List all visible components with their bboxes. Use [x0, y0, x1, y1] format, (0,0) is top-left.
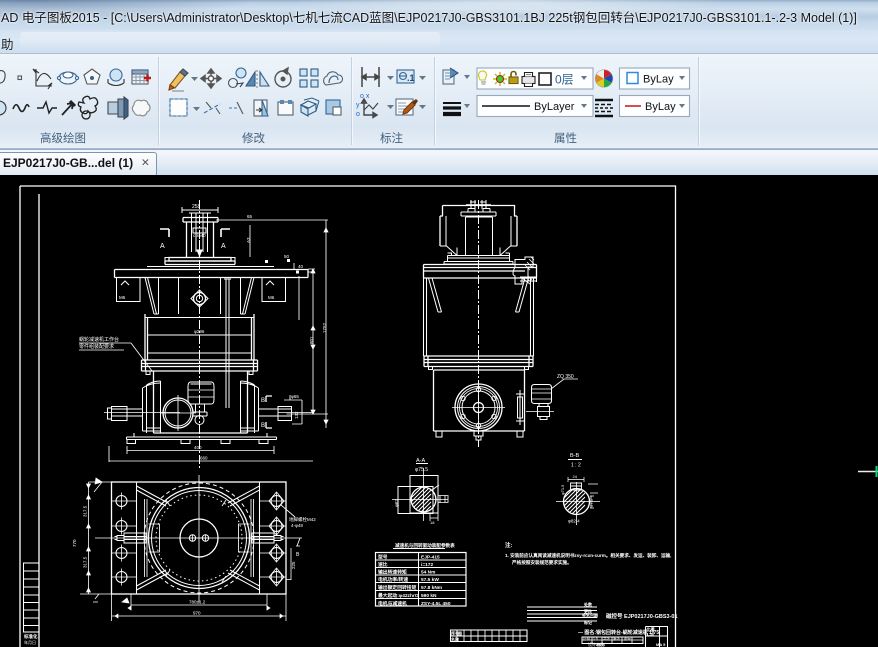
svg-text:.1: .1: [407, 73, 415, 83]
svg-text:18: 18: [430, 520, 435, 525]
svg-text:24: 24: [573, 474, 578, 479]
svg-text:处数: 处数: [583, 601, 592, 607]
svg-text:φ71.5: φ71.5: [560, 484, 565, 495]
svg-text:MA 5: MA 5: [656, 642, 666, 647]
svg-text:比例: 比例: [583, 636, 591, 641]
svg-text:4-φ48: 4-φ48: [291, 523, 303, 528]
svg-text:φ82.4: φ82.4: [568, 519, 580, 524]
svg-text:660: 660: [200, 456, 208, 461]
svg-text:地脚螺栓M42: 地脚螺栓M42: [289, 516, 316, 523]
svg-text:y: y: [356, 102, 360, 109]
svg-text:B: B: [261, 398, 265, 404]
svg-text:φ62: φ62: [394, 499, 399, 507]
svg-text:780±1.2: 780±1.2: [189, 600, 206, 605]
svg-text:B-B: B-B: [570, 453, 580, 459]
svg-text:电机与减速机: 电机与减速机: [378, 600, 407, 607]
svg-text:o: o: [356, 111, 360, 118]
svg-text:590 kN: 590 kN: [421, 593, 437, 599]
svg-text:1:5: 1:5: [647, 632, 654, 637]
svg-text:M6: M6: [119, 295, 126, 300]
svg-text:317.5: 317.5: [83, 556, 88, 568]
svg-text:严格按照安装规范要求实施。: 严格按照安装规范要求实施。: [512, 559, 572, 566]
svg-text:共张: 共张: [603, 636, 611, 641]
svg-text:零件组装配要求: 零件组装配要求: [79, 343, 114, 350]
svg-text:1:5: 1:5: [593, 637, 598, 641]
svg-text:图号: 图号: [624, 636, 632, 641]
svg-text:54 Nm: 54 Nm: [421, 570, 435, 576]
svg-text:400: 400: [194, 445, 202, 450]
svg-text:ByLay: ByLay: [643, 74, 674, 86]
svg-text:最大起动:φ42zhrO: 最大起动:φ42zhrO: [378, 592, 419, 599]
svg-text:cdφ40: cdφ40: [193, 233, 206, 238]
svg-text:减速机与回转驱动装配参数表: 减速机与回转驱动装配参数表: [395, 542, 455, 549]
svg-text:132: 132: [294, 411, 299, 419]
svg-text:258: 258: [192, 204, 201, 210]
svg-text:1752: 1752: [322, 322, 327, 333]
svg-text:第张: 第张: [613, 636, 621, 641]
svg-text:A: A: [160, 243, 165, 250]
svg-text:标准化: 标准化: [23, 633, 38, 640]
svg-text:57.5 kW: 57.5 kW: [421, 577, 439, 583]
svg-text:EJP-415: EJP-415: [421, 555, 440, 561]
svg-text:图: 图: [458, 630, 462, 636]
svg-text:317.5: 317.5: [83, 505, 88, 517]
svg-text:φ296: φ296: [194, 329, 205, 334]
svg-text:蜗轮减速机工作台: 蜗轮减速机工作台: [79, 336, 119, 343]
svg-text:M6: M6: [268, 295, 275, 300]
svg-text:φ75.5: φ75.5: [415, 467, 428, 473]
svg-text:型号: 型号: [378, 554, 388, 561]
svg-text:A: A: [221, 243, 226, 250]
svg-text:名称: 名称: [451, 636, 459, 642]
svg-text:ByLayer: ByLayer: [534, 101, 575, 113]
svg-text:速比: 速比: [378, 561, 388, 568]
svg-text:ZQ 350: ZQ 350: [557, 374, 574, 380]
svg-text:年月日: 年月日: [24, 639, 36, 645]
svg-text:B: B: [296, 552, 300, 558]
svg-text:i=172: i=172: [421, 562, 433, 568]
svg-text:1 : 2: 1 : 2: [571, 463, 581, 469]
svg-text:φ65: φ65: [291, 394, 299, 399]
svg-text:标记: 标记: [583, 619, 592, 625]
svg-text:57.5: 57.5: [589, 498, 594, 507]
svg-text:65: 65: [247, 214, 253, 219]
svg-text:1. 安装前应认真阅读减速机说明书zsy-rcxn-curm: 1. 安装前应认真阅读减速机说明书zsy-rcxn-curm。相关要求、发运、装…: [505, 552, 671, 559]
svg-text:磁控号 EJP0217J0-GBS3-01: 磁控号 EJP0217J0-GBS3-01: [606, 612, 678, 620]
svg-text:ZSY-4.5L 450: ZSY-4.5L 450: [421, 601, 451, 607]
svg-text:40: 40: [298, 264, 304, 269]
svg-text:ByLay: ByLay: [645, 101, 676, 113]
svg-text:4500: 4500: [596, 643, 606, 647]
svg-text:0层: 0层: [555, 73, 574, 87]
svg-text:57.8 kNm: 57.8 kNm: [421, 585, 442, 591]
svg-text:签名日期: 签名日期: [581, 612, 598, 618]
svg-text:50: 50: [284, 254, 290, 259]
svg-text:B: B: [261, 423, 265, 429]
svg-text:输出额定回转扭矩: 输出额定回转扭矩: [378, 584, 417, 591]
svg-text:电机功率/转速: 电机功率/转速: [378, 576, 408, 583]
svg-text:770: 770: [72, 539, 77, 547]
svg-text:801: 801: [309, 336, 314, 344]
svg-text:o x: o x: [360, 93, 370, 100]
svg-text:输出转速转矩: 输出转速转矩: [378, 569, 407, 576]
svg-text:225: 225: [291, 561, 296, 569]
svg-text:A-A: A-A: [416, 458, 426, 464]
svg-text:注:: 注:: [505, 541, 513, 549]
svg-text:970: 970: [193, 611, 201, 616]
